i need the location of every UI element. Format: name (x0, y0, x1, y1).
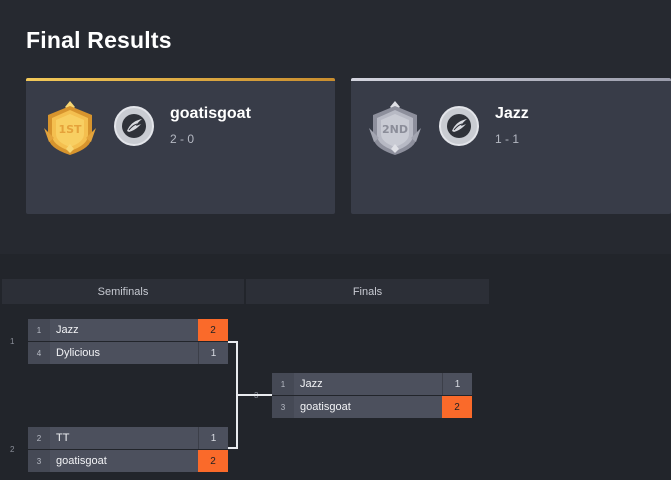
team-score: 1 (198, 342, 228, 364)
seed-number: 3 (28, 450, 50, 472)
bracket-connector (238, 394, 272, 396)
medal-second-label: 2ND (382, 123, 408, 136)
round-header-semifinals: Semifinals (2, 279, 244, 304)
team-name[interactable]: goatisgoat (50, 450, 198, 472)
team-score: 1 (442, 373, 472, 395)
team-name[interactable]: Jazz (294, 373, 442, 395)
match-team-row[interactable]: 1 Jazz 1 (272, 373, 472, 395)
match-team-row[interactable]: 3 goatisgoat 2 (272, 396, 472, 418)
silver-accent-bar (351, 78, 671, 81)
team-name[interactable]: goatisgoat (294, 396, 442, 418)
team-record: 2 - 0 (170, 132, 195, 146)
match-card[interactable]: 1 Jazz 1 3 goatisgoat 2 (272, 373, 472, 419)
second-place-card[interactable]: 2ND Jazz 1 - 1 (351, 78, 671, 214)
team-name[interactable]: Dylicious (50, 342, 198, 364)
match-number: 1 (10, 337, 15, 346)
seed-number: 1 (272, 373, 294, 395)
team-name[interactable]: goatisgoat (170, 105, 251, 123)
gold-medal-icon: 1ST (44, 101, 96, 155)
round-header-finals: Finals (246, 279, 489, 304)
first-place-card[interactable]: 1ST goatisgoat 2 - 0 (26, 78, 335, 214)
silver-medal-icon: 2ND (369, 101, 421, 155)
match-team-row[interactable]: 4 Dylicious 1 (28, 342, 228, 364)
team-score: 2 (198, 319, 228, 341)
team-name[interactable]: Jazz (495, 105, 529, 123)
wing-logo-icon (122, 114, 146, 138)
match-team-row[interactable]: 1 Jazz 2 (28, 319, 228, 341)
team-name[interactable]: TT (50, 427, 198, 449)
team-score: 2 (442, 396, 472, 418)
gold-accent-bar (26, 78, 335, 81)
team-logo (439, 106, 479, 146)
bracket-connector (228, 341, 238, 449)
match-card[interactable]: 2 TT 1 3 goatisgoat 2 (28, 427, 228, 473)
final-results-panel: Final Results 1ST goatisgoat 2 - 0 2ND J… (0, 0, 671, 254)
match-team-row[interactable]: 2 TT 1 (28, 427, 228, 449)
team-score: 2 (198, 450, 228, 472)
team-record: 1 - 1 (495, 132, 520, 146)
team-name[interactable]: Jazz (50, 319, 198, 341)
team-logo (114, 106, 154, 146)
match-number: 2 (10, 445, 15, 454)
seed-number: 2 (28, 427, 50, 449)
page-title: Final Results (26, 27, 172, 53)
seed-number: 1 (28, 319, 50, 341)
seed-number: 3 (272, 396, 294, 418)
seed-number: 4 (28, 342, 50, 364)
team-score: 1 (198, 427, 228, 449)
wing-logo-icon (447, 114, 471, 138)
match-team-row[interactable]: 3 goatisgoat 2 (28, 450, 228, 472)
medal-first-label: 1ST (58, 123, 82, 136)
match-card[interactable]: 1 Jazz 2 4 Dylicious 1 (28, 319, 228, 365)
